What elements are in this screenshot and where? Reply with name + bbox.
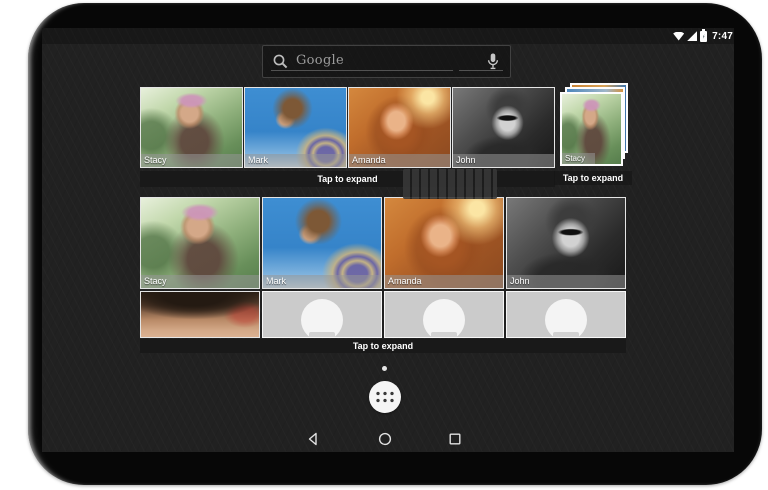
person-name-label: Mark (245, 154, 346, 167)
transition-stripes (403, 169, 497, 199)
app-grid-icon (374, 390, 396, 404)
recents-button[interactable] (443, 428, 467, 450)
empty-contact-slot[interactable] (384, 291, 504, 338)
person-name-label: Amanda (385, 275, 503, 288)
home-button[interactable] (373, 428, 397, 450)
navigation-bar (42, 426, 734, 452)
battery-icon (700, 29, 708, 42)
person-name-label: Stacy (141, 275, 259, 288)
google-logo: Google (296, 53, 345, 68)
person-name-label: Stacy (562, 153, 595, 164)
tablet-frame: 7:47 Google Stacy Mark Amanda John Tap t… (28, 3, 762, 485)
avatar-placeholder-icon (545, 299, 587, 337)
home-screen: 7:47 Google Stacy Mark Amanda John Tap t… (42, 28, 734, 452)
avatar-placeholder-icon (301, 299, 343, 337)
google-search-widget[interactable]: Google (262, 45, 511, 78)
person-name-label: Stacy (141, 154, 242, 167)
grid-photo-john[interactable]: John (506, 197, 626, 289)
strip-photo-amanda[interactable]: Amanda (348, 87, 451, 168)
tap-to-expand-bar[interactable]: Tap to expand (140, 339, 626, 353)
grid-photo-extra-person[interactable] (140, 291, 260, 338)
status-bar: 7:47 (42, 28, 734, 44)
tap-to-expand-label[interactable]: Tap to expand (554, 171, 632, 185)
person-name-label: John (507, 275, 625, 288)
person-name-label: John (453, 154, 554, 167)
person-name-label: Amanda (349, 154, 450, 167)
search-underline (271, 70, 453, 71)
person-name-label: Mark (263, 275, 381, 288)
wifi-icon (673, 31, 685, 41)
grid-photo-stacy[interactable]: Stacy (140, 197, 260, 289)
empty-contact-slot[interactable] (262, 291, 382, 338)
avatar-placeholder-icon (423, 299, 465, 337)
grid-photo-amanda[interactable]: Amanda (384, 197, 504, 289)
back-button[interactable] (301, 428, 325, 450)
grid-photo-mark[interactable]: Mark (262, 197, 382, 289)
stacked-card-front[interactable]: Stacy (560, 92, 623, 166)
screenshot-root: 7:47 Google Stacy Mark Amanda John Tap t… (0, 0, 768, 490)
back-icon (308, 432, 317, 446)
strip-photo-mark[interactable]: Mark (244, 87, 347, 168)
home-icon (378, 432, 392, 446)
microphone-icon[interactable] (485, 52, 501, 76)
app-drawer-button[interactable] (369, 381, 401, 413)
recents-icon (449, 433, 461, 445)
search-icon (272, 53, 289, 75)
strip-photo-john[interactable]: John (452, 87, 555, 168)
empty-contact-slot[interactable] (506, 291, 626, 338)
photo-extra-person (141, 292, 259, 337)
clock-time: 7:47 (712, 30, 733, 42)
cell-signal-icon (687, 31, 698, 41)
page-indicator-dot (382, 366, 387, 371)
strip-photo-stacy[interactable]: Stacy (140, 87, 243, 168)
